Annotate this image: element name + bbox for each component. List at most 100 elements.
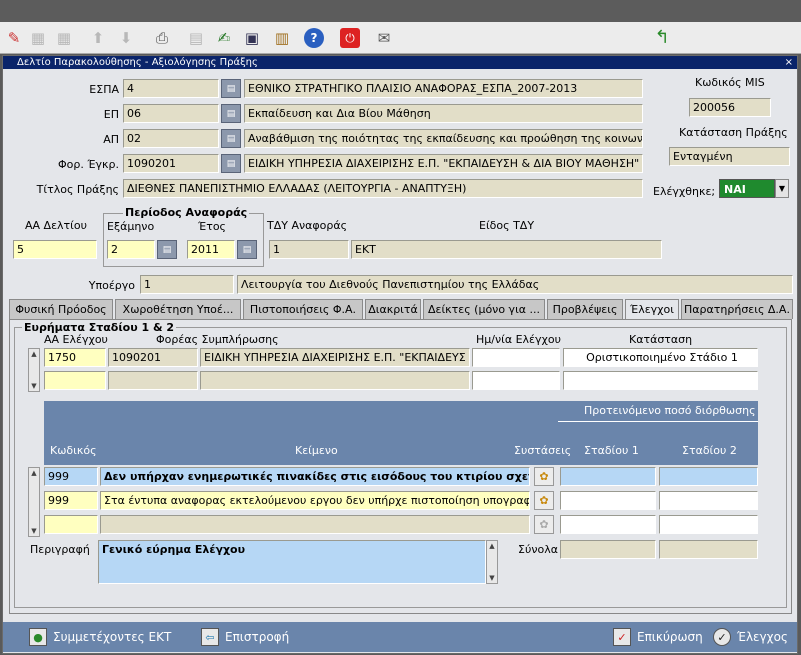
scroll-down-icon[interactable]: ▼	[487, 573, 497, 583]
finding-date-field-empty[interactable]	[472, 371, 560, 390]
checked-select[interactable]: ΝΑΙ	[719, 179, 775, 198]
scroll-up-icon[interactable]: ▲	[29, 468, 39, 478]
item-code-field[interactable]	[44, 515, 98, 534]
participants-button[interactable]: ● Συμμετέχοντες ΕΚΤ	[29, 627, 171, 647]
list-icon: ▤	[226, 108, 236, 119]
scroll-up-icon[interactable]: ▲	[29, 349, 39, 359]
tab-discrete[interactable]: Διακριτά	[365, 299, 421, 319]
lov-button-foreas[interactable]: ▤	[221, 154, 241, 173]
ap-label: ΑΠ	[103, 133, 119, 146]
help-icon[interactable]: ?	[304, 28, 324, 48]
finding-code-field-empty[interactable]	[108, 371, 198, 390]
print-icon[interactable]: ⎙	[150, 26, 174, 50]
description-scrollbar[interactable]: ▲ ▼	[486, 540, 498, 584]
tab-indicators[interactable]: Δείκτες (μόνο για ...	[423, 299, 545, 319]
scroll-up-icon[interactable]: ▲	[487, 541, 497, 551]
tab-forecasts[interactable]: Προβλέψεις	[547, 299, 623, 319]
save-icon[interactable]: ▣	[240, 26, 264, 50]
espa-code-field[interactable]: 4	[123, 79, 219, 98]
finding-foreas-field[interactable]: ΕΙΔΙΚΗ ΥΠΗΡΕΣΙΑ ΔΙΑΧΕΙΡΙΣΗΣ Ε.Π. "ΕΚΠΑΙΔ…	[200, 348, 470, 367]
ap-desc-field[interactable]: Αναβάθμιση της ποιότητας της εκπαίδευσης…	[244, 129, 643, 148]
stage2-field[interactable]	[659, 491, 758, 510]
scroll-down-icon[interactable]: ▼	[29, 526, 39, 536]
confirm-button[interactable]: ✓ Επικύρωση	[613, 627, 703, 647]
foreas-code-field[interactable]: 1090201	[123, 154, 219, 173]
foreas-label: Φορ. Έγκρ.	[57, 158, 119, 171]
recommend-button[interactable]: ✿	[534, 467, 554, 486]
finding-date-field[interactable]	[472, 348, 560, 367]
check-button[interactable]: ✓ Έλεγχος	[713, 627, 788, 647]
print-preview-icon[interactable]: ▤	[184, 26, 208, 50]
subproject-code-field[interactable]: 1	[140, 275, 234, 294]
recommend-button[interactable]: ✿	[534, 491, 554, 510]
list-icon: ▤	[226, 133, 236, 144]
lov-button-year[interactable]: ▤	[237, 240, 257, 259]
col-text-header: Κείμενο	[295, 444, 338, 457]
finding-foreas-field-empty[interactable]	[200, 371, 470, 390]
finding-aa-field[interactable]: 1750	[44, 348, 106, 367]
lov-button-espa[interactable]: ▤	[221, 79, 241, 98]
ep-desc-field[interactable]: Εκπαίδευση και Δια Βίου Μάθηση	[244, 104, 643, 123]
tab-location[interactable]: Χωροθέτηση Υποέ...	[115, 299, 241, 319]
status-field[interactable]: Ενταγμένη	[669, 147, 790, 166]
period-group-title: Περίοδος Αναφοράς	[123, 206, 250, 219]
lov-button-ep[interactable]: ▤	[221, 104, 241, 123]
col-stage1-header: Σταδίου 1	[584, 444, 639, 457]
new-record-icon[interactable]: ▦	[26, 26, 50, 50]
stage2-field[interactable]	[659, 515, 758, 534]
foreas-desc-field[interactable]: ΕΙΔΙΚΗ ΥΠΗΡΕΣΙΑ ΔΙΑΧΕΙΡΙΣΗΣ Ε.Π. "ΕΚΠΑΙΔ…	[244, 154, 643, 173]
up-icon[interactable]: ⬆	[86, 26, 110, 50]
attach-icon[interactable]: ✉	[372, 26, 396, 50]
back-arrow-icon[interactable]: ↰	[650, 26, 674, 50]
subproject-desc-field[interactable]: Λειτουργία του Διεθνούς Πανεπιστημίου τη…	[237, 275, 793, 294]
item-code-field[interactable]: 999	[44, 491, 98, 510]
divider	[558, 421, 758, 422]
recommend-button[interactable]: ✿	[534, 515, 554, 534]
stage1-field[interactable]	[560, 491, 656, 510]
stage2-field[interactable]	[659, 467, 758, 486]
aa-field[interactable]: 5	[13, 240, 97, 259]
edit-note-icon[interactable]: ✍	[212, 26, 236, 50]
exit-icon[interactable]: ⏻	[340, 28, 360, 48]
scroll-down-icon[interactable]: ▼	[29, 381, 39, 391]
total-stage1-field[interactable]	[560, 540, 656, 559]
year-field[interactable]: 2011	[187, 240, 235, 259]
title-field[interactable]: ΔΙΕΘΝΕΣ ΠΑΝΕΠΙΣΤΗΜΙΟ ΕΛΛΑΔΑΣ (ΛΕΙΤΟΥΡΓΙΑ…	[123, 179, 643, 198]
item-text-field[interactable]	[100, 515, 530, 534]
finding-status-field-empty[interactable]	[563, 371, 758, 390]
tab-observations[interactable]: Παρατηρήσεις Δ.Α.	[681, 299, 793, 319]
edit-icon[interactable]: ✎	[2, 26, 26, 50]
stage1-field[interactable]	[560, 515, 656, 534]
items-scrollbar[interactable]: ▲ ▼	[28, 467, 40, 537]
tdy-field[interactable]: 1	[269, 240, 349, 259]
semester-field[interactable]: 2	[107, 240, 155, 259]
tdy-kind-field[interactable]: ΕΚΤ	[351, 240, 662, 259]
paste-icon[interactable]: ▥	[270, 26, 294, 50]
item-code-field[interactable]: 999	[44, 467, 98, 486]
mis-field[interactable]: 200056	[689, 98, 771, 117]
ap-code-field[interactable]: 02	[123, 129, 219, 148]
lov-button-semester[interactable]: ▤	[157, 240, 177, 259]
description-field[interactable]: Γενικό εύρημα Ελέγχου	[98, 540, 486, 584]
finding-code-field[interactable]: 1090201	[108, 348, 198, 367]
close-icon[interactable]: ×	[785, 56, 793, 69]
copy-icon[interactable]: ▦	[52, 26, 76, 50]
finding-status-field[interactable]: Οριστικοποιημένο Στάδιο 1	[563, 348, 758, 367]
total-stage2-field[interactable]	[659, 540, 758, 559]
tab-checks[interactable]: Έλεγχοι	[625, 299, 679, 320]
tab-certifications[interactable]: Πιστοποιήσεις Φ.Α.	[243, 299, 363, 319]
chevron-down-icon[interactable]: ▼	[775, 179, 789, 198]
aa-label: ΑΑ Δελτίου	[25, 219, 87, 232]
item-text-field[interactable]: Δεν υπήρχαν ενημερωτικές πινακίδες στις …	[100, 467, 530, 486]
lov-button-ap[interactable]: ▤	[221, 129, 241, 148]
stage1-field[interactable]	[560, 467, 656, 486]
espa-label: ΕΣΠΑ	[89, 83, 119, 96]
back-button[interactable]: ⇦ Επιστροφή	[201, 627, 289, 647]
tab-physical-progress[interactable]: Φυσική Πρόοδος	[9, 299, 113, 319]
item-text-field[interactable]: Στα έντυπα αναφορας εκτελούμενου εργου δ…	[100, 491, 530, 510]
finding-aa-field-empty[interactable]	[44, 371, 106, 390]
espa-desc-field[interactable]: ΕΘΝΙΚΟ ΣΤΡΑΤΗΓΙΚΟ ΠΛΑΙΣΙΟ ΑΝΑΦΟΡΑΣ_ΕΣΠΑ_…	[244, 79, 643, 98]
ep-code-field[interactable]: 06	[123, 104, 219, 123]
down-icon[interactable]: ⬇	[114, 26, 138, 50]
findings-scrollbar[interactable]: ▲ ▼	[28, 348, 40, 392]
